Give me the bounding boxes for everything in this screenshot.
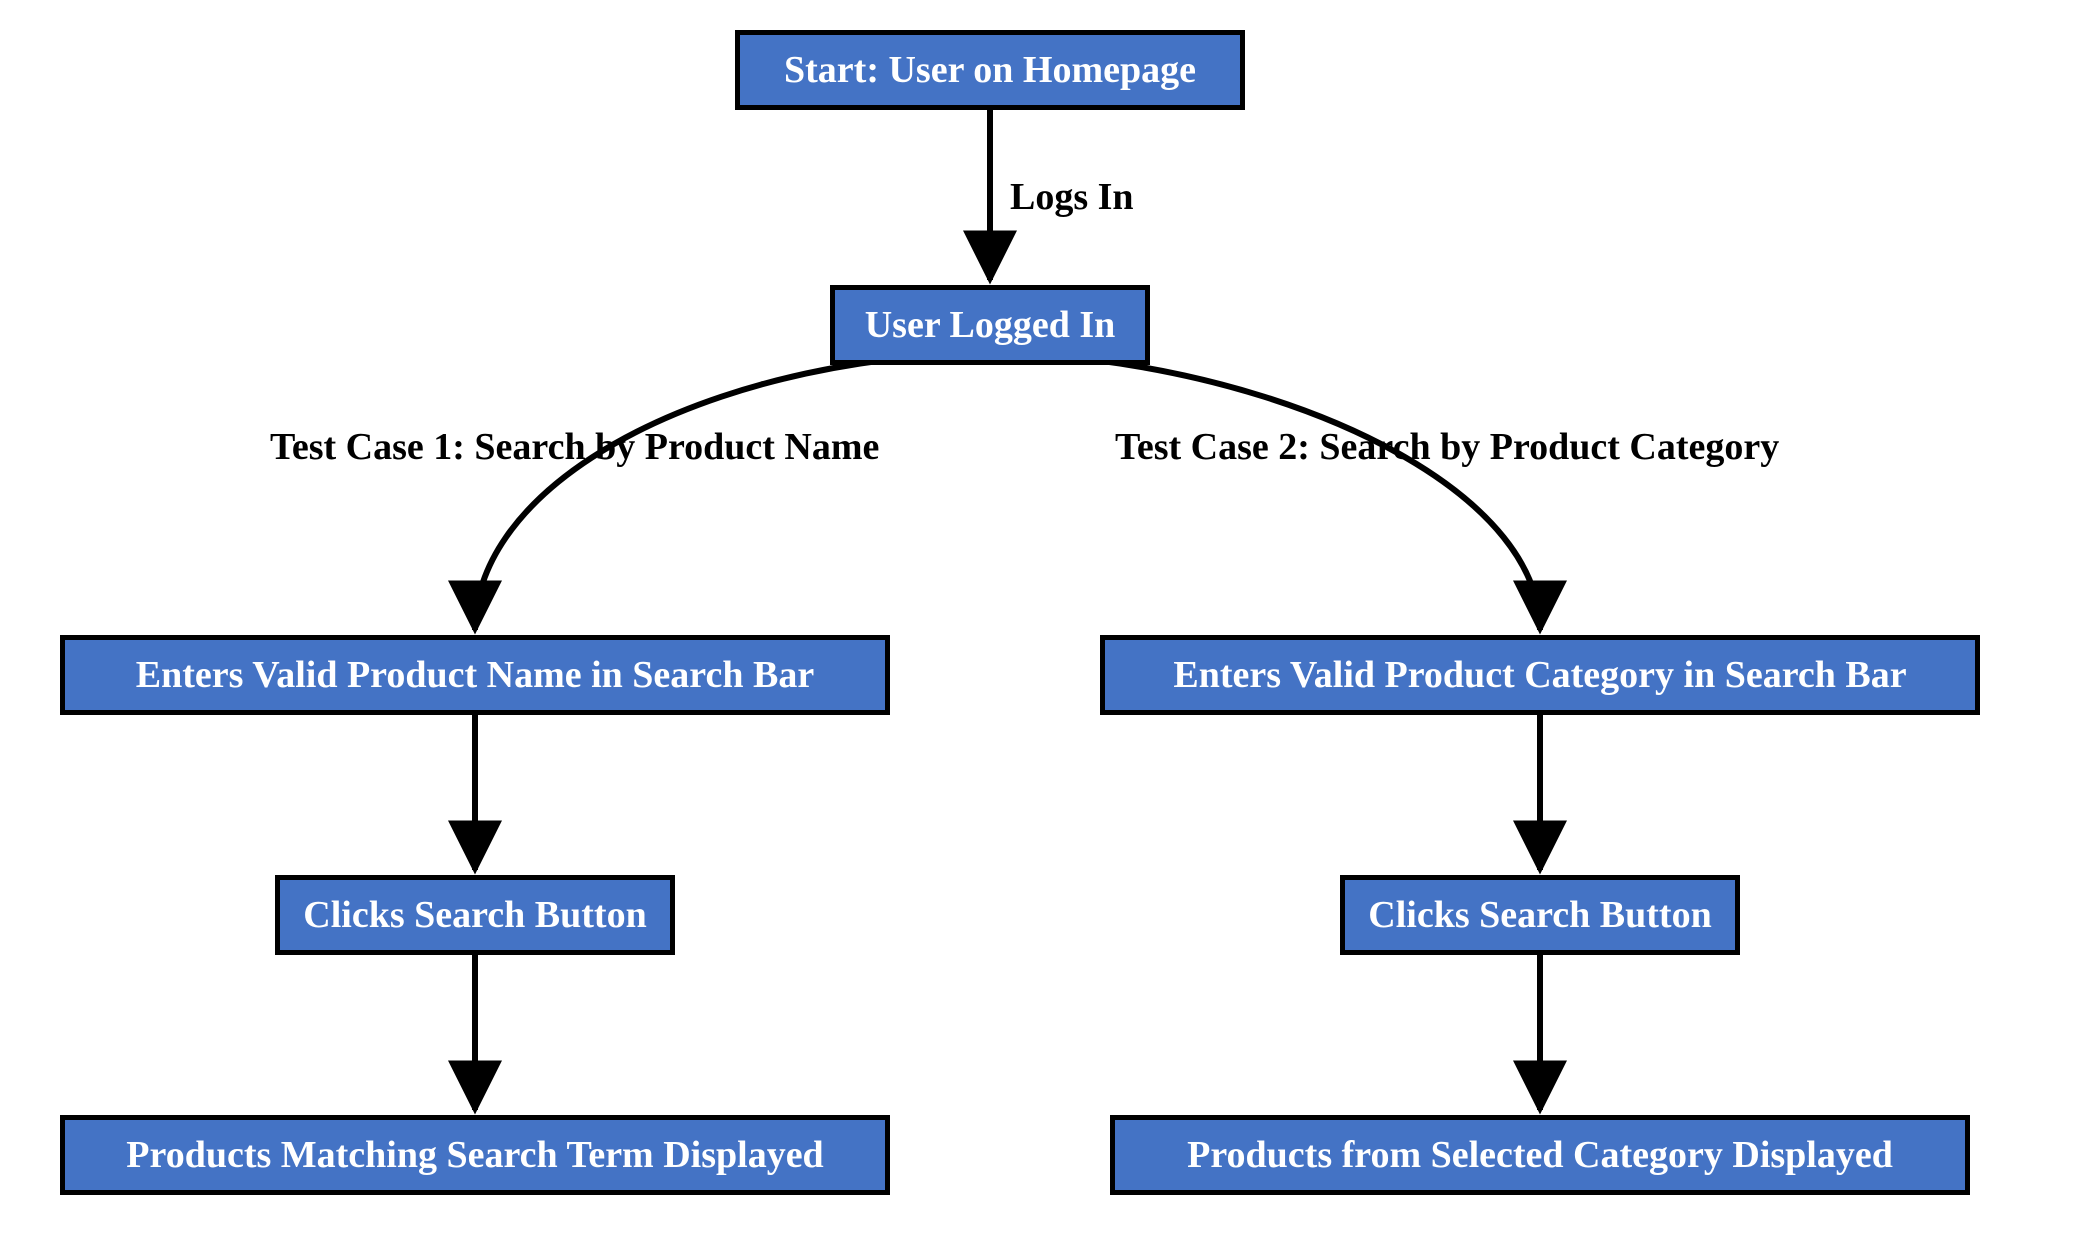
node-left-enter-label: Enters Valid Product Name in Search Bar <box>136 653 814 697</box>
node-start-label: Start: User on Homepage <box>784 48 1196 92</box>
node-start: Start: User on Homepage <box>735 30 1245 110</box>
edge-label-logs-in: Logs In <box>1010 175 1134 219</box>
node-left-click-label: Clicks Search Button <box>303 893 646 937</box>
edge-label-tc2: Test Case 2: Search by Product Category <box>1115 425 1779 469</box>
node-left-result-label: Products Matching Search Term Displayed <box>126 1133 823 1177</box>
node-right-click-label: Clicks Search Button <box>1368 893 1711 937</box>
edge-loggedin-to-left <box>475 360 885 630</box>
edge-loggedin-to-right <box>1095 360 1540 630</box>
node-logged-in: User Logged In <box>830 285 1150 365</box>
flowchart-canvas: Start: User on Homepage User Logged In E… <box>0 0 2073 1236</box>
node-right-click: Clicks Search Button <box>1340 875 1740 955</box>
node-right-enter: Enters Valid Product Category in Search … <box>1100 635 1980 715</box>
node-right-result: Products from Selected Category Displaye… <box>1110 1115 1970 1195</box>
node-left-result: Products Matching Search Term Displayed <box>60 1115 890 1195</box>
edge-label-tc1: Test Case 1: Search by Product Name <box>270 425 879 469</box>
node-right-result-label: Products from Selected Category Displaye… <box>1187 1133 1893 1177</box>
node-left-enter: Enters Valid Product Name in Search Bar <box>60 635 890 715</box>
node-right-enter-label: Enters Valid Product Category in Search … <box>1173 653 1906 697</box>
node-left-click: Clicks Search Button <box>275 875 675 955</box>
node-logged-in-label: User Logged In <box>865 303 1116 347</box>
